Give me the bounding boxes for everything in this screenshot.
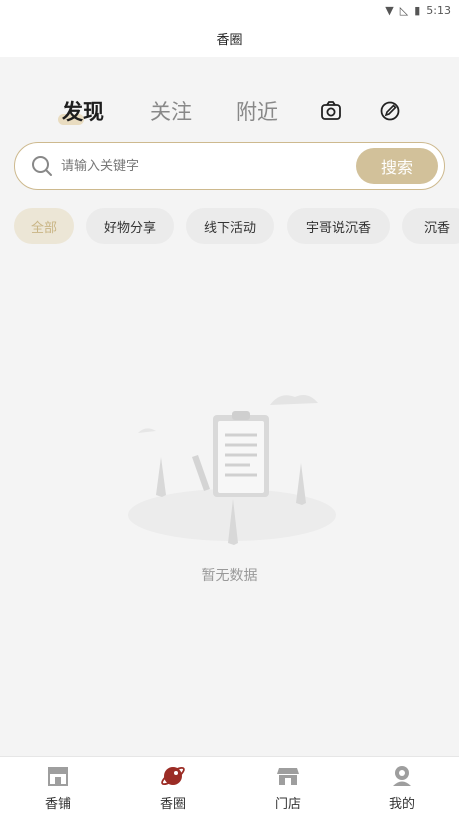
chip-all[interactable]: 全部 xyxy=(14,208,74,244)
chip-goods-share[interactable]: 好物分享 xyxy=(86,208,174,244)
search-button[interactable]: 搜索 xyxy=(356,148,438,184)
nav-item-profile[interactable]: 我的 xyxy=(362,757,442,816)
chip-agarwood[interactable]: 沉香 xyxy=(402,208,459,244)
tab-nearby[interactable]: 附近 xyxy=(236,96,278,126)
nav-label: 门店 xyxy=(274,797,301,812)
edit-icon[interactable] xyxy=(379,100,401,122)
bottom-nav: 香铺 香圈 门店 我的 xyxy=(0,756,459,816)
battery-icon: ▮ xyxy=(414,3,421,17)
nav-item-circle[interactable]: 香圈 xyxy=(133,757,213,816)
empty-state-text: 暂无数据 xyxy=(201,568,258,584)
store-icon xyxy=(277,768,299,785)
tab-follow[interactable]: 关注 xyxy=(150,96,192,126)
nav-item-store[interactable]: 门店 xyxy=(248,757,328,816)
planet-icon xyxy=(161,766,185,786)
status-bar: ▼ ◺ ▮ 5:13 xyxy=(0,0,459,20)
tab-discover[interactable]: 发现 xyxy=(58,96,104,126)
empty-state-illustration xyxy=(128,395,336,545)
chip-yuge-agarwood[interactable]: 宇哥说沉香 xyxy=(287,208,390,244)
nav-label: 我的 xyxy=(388,797,415,812)
signal-icon: ◺ xyxy=(399,3,409,17)
shop-icon xyxy=(48,767,68,786)
wifi-icon: ▼ xyxy=(385,3,394,17)
nav-label: 香铺 xyxy=(44,797,71,812)
nav-label: 香圈 xyxy=(159,797,186,812)
search-icon xyxy=(32,156,52,176)
chip-offline-events[interactable]: 线下活动 xyxy=(186,208,274,244)
camera-icon[interactable] xyxy=(320,100,342,122)
title-bar: 香圈 xyxy=(0,20,459,57)
nav-item-shop[interactable]: 香铺 xyxy=(18,757,98,816)
profile-icon xyxy=(393,766,411,786)
category-chips: 全部 好物分享 线下活动 宇哥说沉香 沉香 xyxy=(14,208,459,244)
page-title: 香圈 xyxy=(216,33,243,48)
main-tabs: 发现 关注 附近 xyxy=(0,96,459,132)
status-time: 5:13 xyxy=(426,3,451,17)
search-input[interactable] xyxy=(61,153,341,179)
search-bar: 搜索 xyxy=(14,142,445,190)
